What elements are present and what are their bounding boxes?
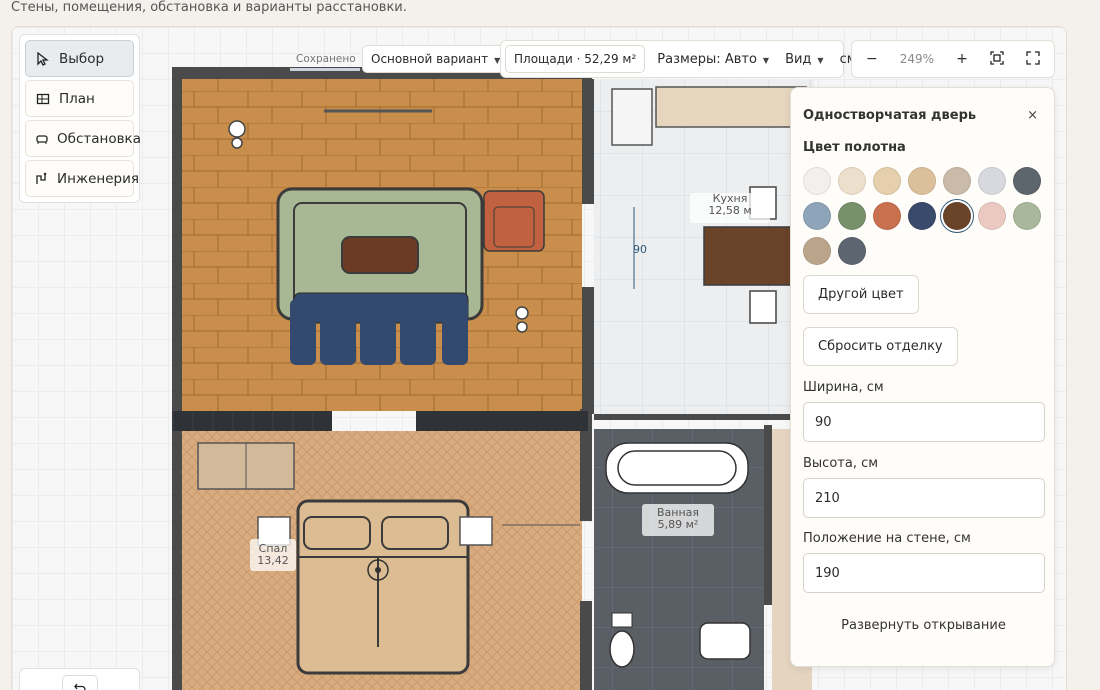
color-swatch-4[interactable] <box>908 167 936 195</box>
kitchen-label: Кухня 12,58 м <box>690 193 770 223</box>
area-label: Площади · 52,29 м² <box>514 52 637 66</box>
tool-plan[interactable]: План <box>25 80 134 117</box>
tool-plan-label: План <box>59 90 95 107</box>
tool-engineering[interactable]: Инженерия <box>25 160 139 197</box>
height-label: Высота, см <box>803 456 879 471</box>
color-swatch-7[interactable] <box>1013 167 1041 195</box>
color-swatch-12[interactable] <box>943 202 971 230</box>
width-input[interactable]: 90 <box>803 402 1045 442</box>
undo-icon <box>73 680 87 690</box>
area-button[interactable]: Площади · 52,29 м² <box>505 45 646 73</box>
zoom-level: 249% <box>899 52 935 66</box>
chevron-down-icon: ▼ <box>817 55 824 65</box>
tool-furniture[interactable]: Обстановка <box>25 120 141 157</box>
tool-engineering-label: Инженерия <box>57 170 139 187</box>
zoom-in-button[interactable]: + <box>956 51 968 67</box>
flip-opening-button[interactable]: Развернуть открывание <box>791 618 1056 633</box>
reset-finish-button[interactable]: Сбросить отделку <box>803 327 958 366</box>
tool-select[interactable]: Выбор <box>25 40 134 77</box>
view-select[interactable]: Вид ▼ <box>785 52 824 67</box>
door-dimension-label: 90 <box>633 243 647 256</box>
view-toolbar: Площади · 52,29 м² Размеры: Авто ▼ Вид ▼ с… <box>500 40 869 78</box>
page-subtitle: Стены, помещения, обстановка и варианты … <box>11 0 407 15</box>
tool-select-label: Выбор <box>59 50 105 67</box>
variant-select[interactable]: Основной вариант ▼ <box>362 45 510 73</box>
variant-pill: Основной вариант ▼ <box>362 40 510 78</box>
color-swatch-5[interactable] <box>943 167 971 195</box>
chevron-down-icon: ▼ <box>762 55 770 65</box>
color-swatch-16[interactable] <box>838 237 866 265</box>
door-properties-panel: Одностворчатая дверь × Цвет полотна Друг… <box>790 87 1055 667</box>
tool-palette: Выбор План Обстановка Инженерия <box>19 34 141 203</box>
color-swatch-13[interactable] <box>978 202 1006 230</box>
view-label: Вид <box>785 51 812 67</box>
bathroom-area: 5,89 м² <box>657 518 699 531</box>
save-status: Сохранено <box>296 53 356 65</box>
undo-button[interactable] <box>62 675 98 690</box>
color-swatch-10[interactable] <box>873 202 901 230</box>
sofa-icon <box>35 131 49 147</box>
color-swatch-9[interactable] <box>838 202 866 230</box>
bedroom-area: 13,42 <box>257 554 289 567</box>
color-swatch-2[interactable] <box>838 167 866 195</box>
bedroom-label: Спал 13,42 <box>250 539 296 571</box>
position-input[interactable]: 190 <box>803 553 1045 593</box>
color-swatch-15[interactable] <box>803 237 831 265</box>
color-swatch-1[interactable] <box>803 167 831 195</box>
history-bar <box>19 668 140 690</box>
zoom-out-button[interactable]: − <box>866 51 878 67</box>
variant-label: Основной вариант <box>371 52 489 66</box>
tool-furniture-label: Обстановка <box>57 130 141 147</box>
color-swatches <box>803 167 1053 265</box>
bathroom-label: Ванная 5,89 м² <box>642 504 714 536</box>
cursor-icon <box>35 51 51 67</box>
panel-title: Одностворчатая дверь <box>803 108 977 123</box>
kitchen-area: 12,58 м <box>708 204 752 217</box>
engineering-icon <box>35 171 49 187</box>
color-swatch-6[interactable] <box>978 167 1006 195</box>
width-label: Ширина, см <box>803 380 884 395</box>
position-label: Положение на стене, см <box>803 531 971 546</box>
height-input[interactable]: 210 <box>803 478 1045 518</box>
fullscreen-icon[interactable] <box>1026 50 1040 68</box>
color-swatch-11[interactable] <box>908 202 936 230</box>
other-color-button[interactable]: Другой цвет <box>803 275 919 314</box>
fit-to-screen-icon[interactable] <box>990 50 1004 68</box>
save-status-bar <box>290 68 360 71</box>
color-swatch-14[interactable] <box>1013 202 1041 230</box>
sizes-select[interactable]: Размеры: Авто ▼ <box>657 52 769 67</box>
plan-icon <box>35 91 51 107</box>
zoom-toolbar: − 249% + <box>851 40 1055 78</box>
door-color-label: Цвет полотна <box>803 140 906 155</box>
color-swatch-8[interactable] <box>803 202 831 230</box>
color-swatch-3[interactable] <box>873 167 901 195</box>
sizes-label: Размеры: Авто <box>657 51 757 67</box>
close-icon[interactable]: × <box>1027 108 1038 123</box>
